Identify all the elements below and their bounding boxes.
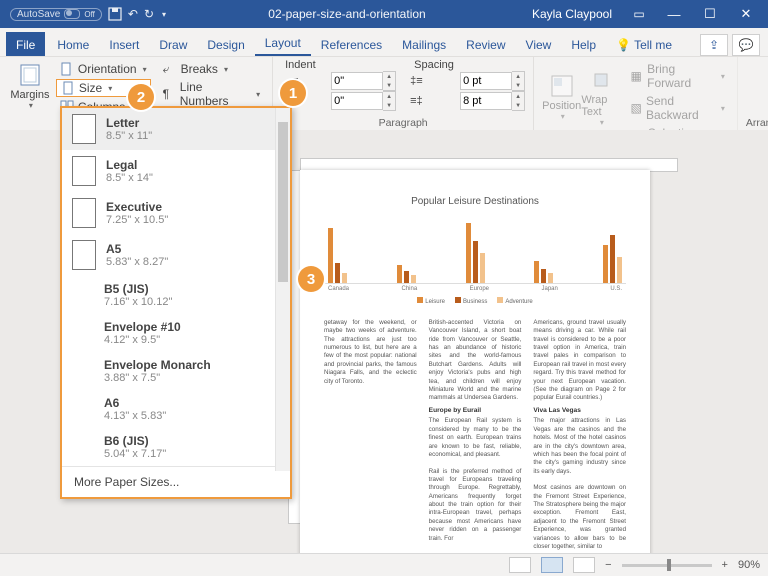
document-title: 02-paper-size-and-orientation (172, 7, 522, 21)
tab-file[interactable]: File (6, 32, 45, 56)
chart-title: Popular Leisure Destinations (324, 196, 626, 207)
spacing-after-input[interactable]: ▲▼ (460, 91, 525, 111)
tab-review[interactable]: Review (456, 32, 515, 56)
user-name[interactable]: Kayla Claypool (522, 7, 622, 21)
redo-icon[interactable]: ↻ (144, 7, 154, 21)
share-button[interactable]: ⇪ (700, 34, 728, 56)
spacing-label: Spacing (410, 59, 525, 71)
zoom-out-button[interactable]: − (605, 559, 611, 571)
wrap-text-button: Wrap Text▾ (581, 59, 620, 131)
more-paper-sizes[interactable]: More Paper Sizes... (62, 466, 290, 497)
comments-button[interactable]: 💬 (732, 34, 760, 56)
print-layout-button[interactable] (541, 557, 563, 573)
size-option-executive[interactable]: Executive7.25" x 10.5" (62, 192, 290, 234)
save-icon[interactable] (108, 7, 122, 21)
bring-forward-button: ▦Bring Forward▾ (627, 61, 729, 91)
line-numbers-button[interactable]: ¶Line Numbers▾ (159, 79, 265, 109)
page-icon (72, 198, 96, 228)
breaks-button[interactable]: ⤶Breaks▾ (159, 61, 265, 77)
chart (324, 213, 626, 284)
read-mode-button[interactable] (509, 557, 531, 573)
zoom-in-button[interactable]: + (722, 559, 728, 571)
maximize-button[interactable]: ☐ (692, 6, 728, 22)
tab-references[interactable]: References (311, 32, 392, 56)
size-option-b5-jis-[interactable]: B5 (JIS)7.16" x 10.12" (62, 276, 290, 314)
ribbon-tabs: File Home Insert Draw Design Layout Refe… (0, 28, 768, 57)
tell-me[interactable]: 💡 Tell me (606, 32, 682, 56)
tab-home[interactable]: Home (47, 32, 99, 56)
autosave-toggle[interactable]: AutoSaveOff (10, 8, 102, 21)
arrange-group-label: Arrange (746, 117, 768, 131)
margins-button[interactable]: Margins▾ (8, 59, 52, 110)
size-option-envelope-monarch[interactable]: Envelope Monarch3.88" x 7.5" (62, 352, 290, 390)
zoom-slider[interactable] (622, 564, 712, 567)
tab-design[interactable]: Design (197, 32, 254, 56)
tab-insert[interactable]: Insert (99, 32, 149, 56)
callout-3: 3 (298, 266, 324, 292)
indent-label: Indent (281, 59, 396, 71)
tab-view[interactable]: View (516, 32, 562, 56)
title-bar: AutoSaveOff ↶ ↻ ▾ 02-paper-size-and-orie… (0, 0, 768, 28)
status-bar: − + 90% (0, 553, 768, 576)
web-layout-button[interactable] (573, 557, 595, 573)
orientation-button[interactable]: Orientation▾ (56, 61, 151, 77)
size-option-legal[interactable]: Legal8.5" x 14" (62, 150, 290, 192)
tab-layout[interactable]: Layout (255, 30, 311, 56)
document-page[interactable]: Popular Leisure Destinations CanadaChina… (300, 170, 650, 554)
paragraph-group-label: Paragraph (281, 117, 525, 131)
page-icon (72, 156, 96, 186)
size-option-a6[interactable]: A64.13" x 5.83" (62, 390, 290, 428)
ribbon-options-icon[interactable]: ▭ (622, 7, 656, 21)
callout-2: 2 (128, 84, 154, 110)
tab-help[interactable]: Help (561, 32, 606, 56)
indent-left-input[interactable]: ▲▼ (331, 71, 396, 91)
position-button: Position▾ (542, 59, 581, 131)
size-option-a5[interactable]: A55.83" x 8.27" (62, 234, 290, 276)
send-backward-button: ▧Send Backward▾ (627, 93, 729, 123)
tab-draw[interactable]: Draw (149, 32, 197, 56)
size-option-letter[interactable]: Letter8.5" x 11" (62, 108, 290, 150)
undo-icon[interactable]: ↶ (128, 7, 138, 21)
page-icon (72, 114, 96, 144)
size-dropdown: Letter8.5" x 11"Legal8.5" x 14"Executive… (60, 106, 292, 499)
chart-legend: LeisureBusinessAdventure (324, 297, 626, 305)
zoom-level[interactable]: 90% (738, 559, 760, 571)
tab-mailings[interactable]: Mailings (392, 32, 456, 56)
minimize-button[interactable]: — (656, 7, 692, 22)
page-icon (72, 240, 96, 270)
dropdown-scrollbar[interactable] (275, 108, 290, 471)
close-button[interactable]: ✕ (728, 6, 764, 22)
size-option-envelope-10[interactable]: Envelope #104.12" x 9.5" (62, 314, 290, 352)
size-option-b6-jis-[interactable]: B6 (JIS)5.04" x 7.17" (62, 428, 290, 466)
indent-right-input[interactable]: ▲▼ (331, 91, 396, 111)
spacing-before-input[interactable]: ▲▼ (460, 71, 525, 91)
callout-1: 1 (280, 80, 306, 106)
